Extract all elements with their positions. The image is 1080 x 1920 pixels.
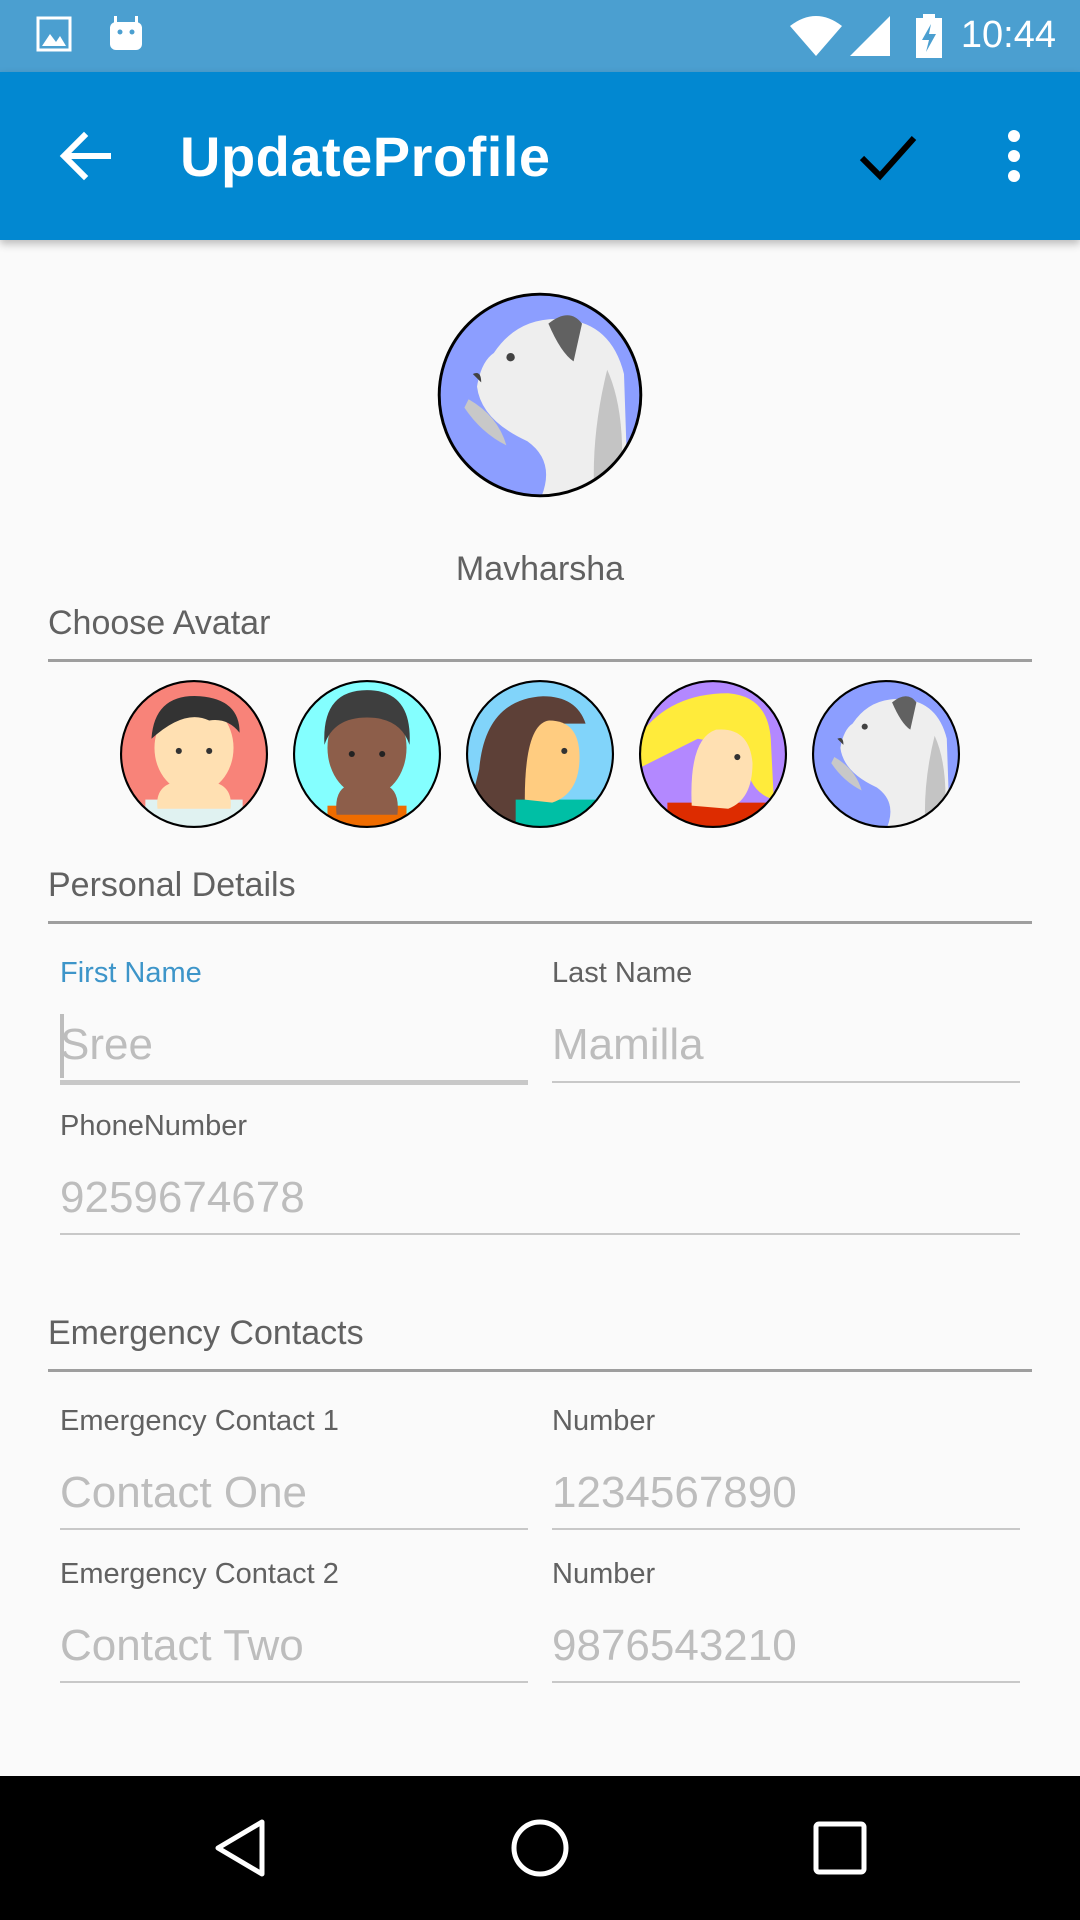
- avatar-option-dark-boy[interactable]: [291, 678, 443, 830]
- emergency-number-1-label: Number: [552, 1405, 656, 1437]
- phone-label: PhoneNumber: [60, 1110, 247, 1142]
- first-name-underline: [60, 1080, 528, 1085]
- first-name-field[interactable]: Sree: [60, 1020, 153, 1070]
- gallery-icon: [36, 16, 72, 52]
- emergency-contact-1-field[interactable]: Contact One: [60, 1468, 307, 1518]
- nav-home-icon[interactable]: [504, 1812, 576, 1884]
- avatar-option-boy[interactable]: [118, 678, 270, 830]
- nav-recents-icon[interactable]: [804, 1812, 876, 1884]
- emergency-contact-2-field[interactable]: Contact Two: [60, 1621, 304, 1671]
- emergency-contact-2-label: Emergency Contact 2: [60, 1558, 339, 1590]
- emergency-contacts-title: Emergency Contacts: [48, 1314, 364, 1352]
- more-vert-icon[interactable]: [990, 120, 1038, 192]
- status-bar: 10:44: [0, 0, 1080, 72]
- emergency-contact-1-underline: [60, 1528, 528, 1530]
- first-name-label: First Name: [60, 957, 202, 989]
- choose-avatar-title: Choose Avatar: [48, 604, 271, 642]
- choose-avatar-divider: [48, 659, 1032, 662]
- signal-icon: [850, 16, 890, 56]
- check-icon[interactable]: [852, 120, 924, 192]
- nav-back-icon[interactable]: [204, 1812, 276, 1884]
- navigation-bar: [0, 1776, 1080, 1920]
- avatar-option-brunette-girl[interactable]: [464, 678, 616, 830]
- emergency-contacts-divider: [48, 1369, 1032, 1372]
- emergency-number-2-underline: [552, 1681, 1020, 1683]
- last-name-label: Last Name: [552, 957, 693, 989]
- emergency-contact-1-label: Emergency Contact 1: [60, 1405, 339, 1437]
- username: Mavharsha: [455, 550, 625, 588]
- back-arrow-icon[interactable]: [50, 120, 122, 192]
- page-title: UpdateProfile: [180, 125, 551, 188]
- status-time: 10:44: [960, 14, 1056, 56]
- last-name-underline: [552, 1081, 1020, 1083]
- personal-details-divider: [48, 921, 1032, 924]
- battery-charging-icon: [916, 14, 942, 58]
- wifi-icon: [790, 16, 842, 56]
- emergency-number-1-field[interactable]: 1234567890: [552, 1468, 797, 1518]
- emergency-contact-2-underline: [60, 1681, 528, 1683]
- personal-details-title: Personal Details: [48, 866, 296, 904]
- phone-field[interactable]: 9259674678: [60, 1173, 305, 1223]
- last-name-field[interactable]: Mamilla: [552, 1020, 704, 1070]
- phone-underline: [60, 1233, 1020, 1235]
- avatar-option-blonde-girl[interactable]: [637, 678, 789, 830]
- android-icon: [110, 16, 142, 50]
- emergency-number-1-underline: [552, 1528, 1020, 1530]
- profile-avatar[interactable]: [435, 290, 645, 500]
- emergency-number-2-label: Number: [552, 1558, 656, 1590]
- avatar-option-dog[interactable]: [810, 678, 962, 830]
- emergency-number-2-field[interactable]: 9876543210: [552, 1621, 797, 1671]
- app-bar: UpdateProfile: [0, 72, 1080, 240]
